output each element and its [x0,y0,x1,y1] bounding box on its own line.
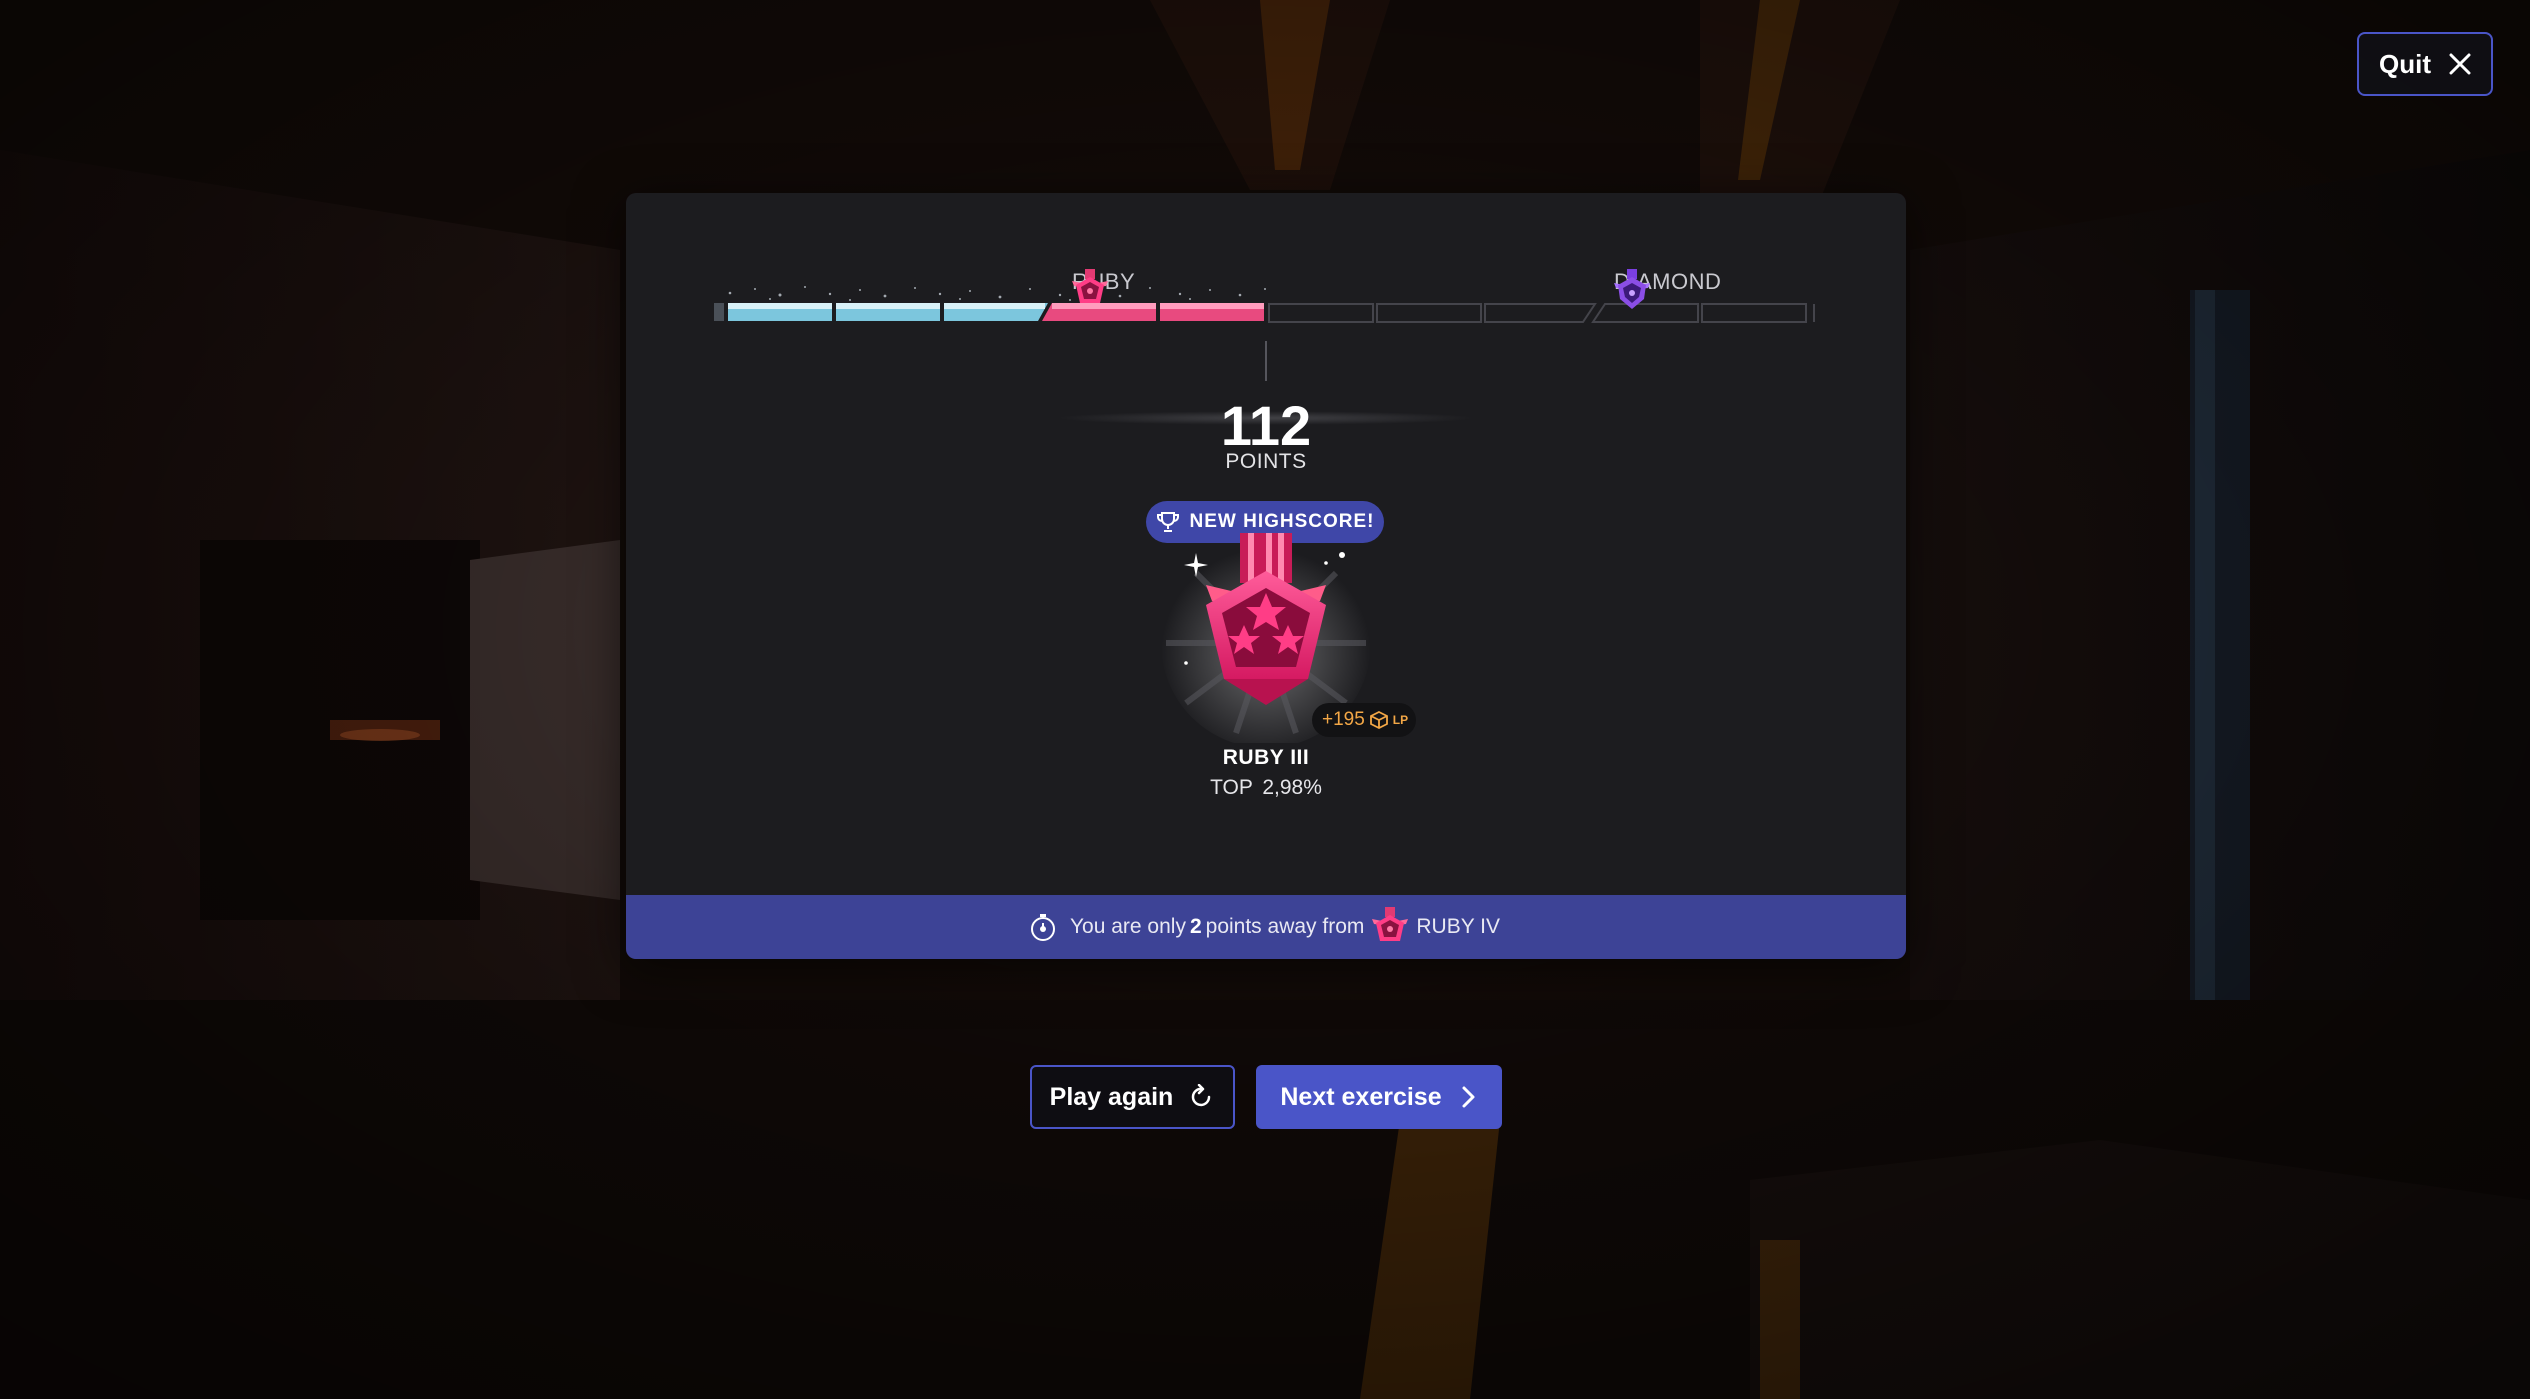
result-panel: RUBY DIAMOND 112 POINTS NEW HIGHSCORE! +… [626,193,1906,959]
banner-text-after: points away from [1205,915,1365,938]
chevron-right-icon [1462,1086,1475,1108]
rank-label-ruby: RUBY [1072,269,1135,303]
ruby-rank-icon [1072,269,1108,303]
score-label: POINTS [1225,450,1307,473]
banner-target-rank: RUBY IV [1416,915,1501,938]
rank-progress-bar: RUBY DIAMOND [710,261,1820,331]
lp-gain-badge: +195 LP [1312,703,1417,737]
rank-percentile: TOP 2,98% [1210,776,1322,799]
lp-gain-value: +195 [1322,709,1365,730]
highscore-label: NEW HIGHSCORE! [1189,511,1375,532]
lp-unit: LP [1392,713,1409,727]
restart-icon [1192,1084,1211,1107]
cube-icon [1369,710,1388,730]
progress-marker-line [1265,341,1267,381]
play-again-button[interactable]: Play again [1030,1065,1235,1129]
close-icon [2449,53,2471,75]
banner-points: 2 [1189,915,1202,938]
trophy-icon [1156,512,1179,532]
rank-name: RUBY III [1222,746,1310,769]
banner-text-before: You are only [1069,915,1186,938]
quit-label: Quit [2379,48,2431,79]
ruby-rank-icon [1372,907,1409,941]
rank-label-diamond: DIAMOND [1614,269,1721,309]
next-exercise-label: Next exercise [1280,1082,1442,1111]
next-rank-banner: You are only 2 points away from RUBY IV [626,895,1906,959]
progress-segments-empty [1268,303,1815,323]
next-exercise-button[interactable]: Next exercise [1256,1065,1502,1129]
progress-segments-completed [714,303,1048,321]
progress-sparkles [728,286,1266,301]
quit-button[interactable]: Quit [2357,32,2493,96]
diamond-rank-icon [1614,269,1650,309]
play-again-label: Play again [1049,1082,1174,1111]
score-value: 112 [1220,394,1312,457]
timer-icon [1030,914,1055,941]
